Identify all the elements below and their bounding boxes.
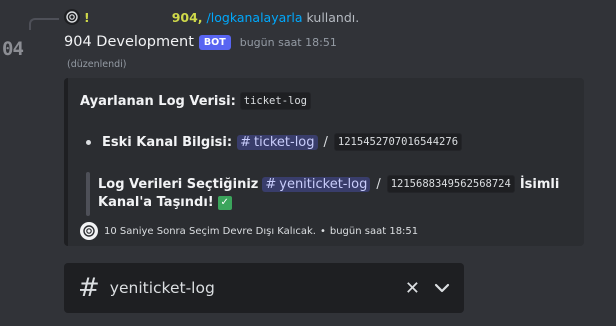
reply-mention-user[interactable]: 904, [172,10,203,25]
message-timestamp[interactable]: bugün saat 18:51 [240,36,337,49]
embed: Ayarlanan Log Verisi: ticket-log Eski Ka… [64,78,584,246]
embed-old-channel-line: Eski Kanal Bilgisi: # ticket-log / 121545… [80,133,463,151]
new-separator: / [376,176,381,192]
clear-icon[interactable]: ✕ [405,278,420,299]
footer-text: 10 Saniye Sonra Seçim Devre Dışı Kalıcak… [104,225,316,237]
bullet-icon [86,139,91,145]
embed-title-label: Ayarlanan Log Verisi: [80,93,236,109]
new-channel-mention[interactable]: # yeniticket-log [262,176,371,192]
embed-quote-line2: Kanal'a Taşındı! ✓ [98,195,232,210]
reply-avatar[interactable] [64,9,80,25]
bot-badge: BOT [198,34,231,50]
quote-line2-text: Kanal'a Taşındı! [98,195,214,210]
quote-suffix: İsimli [519,176,560,192]
reply-used-text: kullandı. [306,9,360,25]
embed-title-code: ticket-log [239,92,311,110]
reply-username[interactable]: ! [84,10,90,25]
old-channel-mention[interactable]: # ticket-log [237,134,318,150]
swirl-icon [66,11,78,23]
quote-label: Log Verileri Seçtiğiniz [98,176,259,192]
blockquote-bar [86,172,90,216]
hash-icon: # [265,176,277,192]
old-channel-label: Eski Kanal Bilgisi: [102,134,233,150]
reply-command[interactable]: /logkanalayarla [207,10,303,25]
channel-hash-icon: # [78,273,100,303]
channel-select-menu[interactable]: # yeniticket-log ✕ [64,263,464,313]
embed-footer: 10 Saniye Sonra Seçim Devre Dışı Kalıcak… [80,222,418,240]
message-header: 904 Development BOT bugün saat 18:51 [64,32,337,52]
old-channel-id: 1215452707016544276 [333,133,463,151]
chevron-down-icon[interactable] [434,283,450,293]
reply-preview[interactable]: ! 904, /logkanalayarla kullandı. [64,8,359,26]
footer-time: bugün saat 18:51 [329,225,419,237]
hash-icon: # [240,134,251,150]
selected-channel: yeniticket-log [109,279,215,297]
embed-quote-line1: Log Verileri Seçtiğiniz # yeniticket-log … [98,175,559,193]
footer-dot: • [319,225,326,237]
embed-title: Ayarlanan Log Verisi: ticket-log [80,92,311,110]
author-username[interactable]: 904 Development [64,34,194,50]
new-channel-id: 1215688349562568724 [386,175,515,193]
check-mark-icon: ✓ [217,195,232,210]
old-separator: / [323,134,328,150]
avatar[interactable]: 04 [2,38,24,60]
reply-connector [29,18,59,30]
edited-label: (düzenlendi) [67,59,127,70]
footer-swirl-icon [80,222,98,240]
